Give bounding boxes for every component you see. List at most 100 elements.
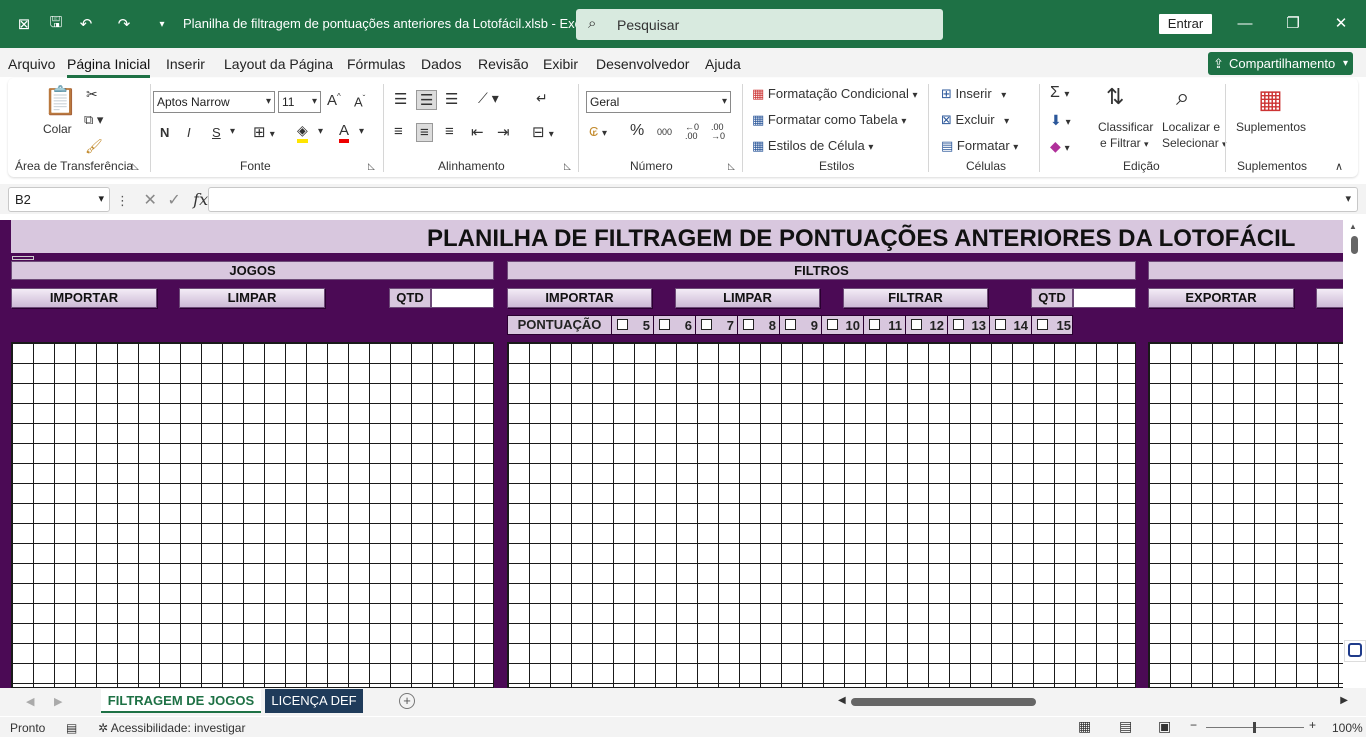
align-middle-icon[interactable]: ☰ bbox=[416, 90, 438, 110]
share-button[interactable]: ⇪ Compartilhamento ▾ bbox=[1208, 52, 1353, 75]
enter-icon[interactable]: ✓ bbox=[167, 192, 180, 209]
font-size-select[interactable]: 11 ▾ bbox=[278, 91, 321, 113]
score-option[interactable]: 8 bbox=[738, 316, 780, 334]
checkbox[interactable] bbox=[869, 319, 880, 330]
chevron-down-icon[interactable]: ▾ bbox=[230, 126, 235, 137]
tab-inserir[interactable]: Inserir bbox=[166, 56, 205, 72]
bold-button[interactable]: N bbox=[160, 125, 169, 140]
addins-icon[interactable]: ▦ bbox=[1258, 84, 1283, 115]
macro-icon[interactable]: ▤ bbox=[66, 721, 77, 735]
selected-cell[interactable] bbox=[12, 256, 34, 260]
paste-icon[interactable]: 📋 bbox=[43, 84, 78, 117]
copy-icon[interactable]: ⧉ ▾ bbox=[84, 112, 103, 128]
currency-icon[interactable]: ₢ ▾ bbox=[589, 124, 607, 139]
paste-button[interactable]: Colar bbox=[43, 122, 72, 136]
fill-icon[interactable]: ⬇ ▾ bbox=[1050, 112, 1071, 129]
checkbox[interactable] bbox=[911, 319, 922, 330]
accessibility-status[interactable]: ✲ Acessibilidade: investigar bbox=[98, 721, 245, 735]
decrease-indent-icon[interactable]: ⇤ bbox=[471, 123, 484, 141]
tab-desenvolvedor[interactable]: Desenvolvedor bbox=[596, 56, 689, 72]
orientation-icon[interactable]: ⟋ ▾ bbox=[478, 90, 499, 107]
italic-button[interactable]: I bbox=[187, 125, 191, 140]
checkbox[interactable] bbox=[785, 319, 796, 330]
page-layout-icon[interactable]: ▤ bbox=[1119, 718, 1132, 735]
zoom-level[interactable]: 100% bbox=[1332, 721, 1363, 735]
tab-ajuda[interactable]: Ajuda bbox=[705, 56, 741, 72]
scroll-up-icon[interactable]: ▲ bbox=[1349, 222, 1357, 231]
minimize-icon[interactable]: — bbox=[1235, 14, 1255, 34]
align-right-icon[interactable]: ≡ bbox=[445, 123, 454, 140]
normal-view-icon[interactable]: ▦ bbox=[1078, 718, 1091, 735]
score-option[interactable]: 5 bbox=[612, 316, 654, 334]
checkbox[interactable] bbox=[1037, 319, 1048, 330]
next-sheet-icon[interactable]: ▶ bbox=[54, 695, 62, 708]
insert-cells-button[interactable]: ⊞ Inserir ▾ bbox=[941, 86, 1006, 102]
export-button[interactable]: EXPORTAR bbox=[1148, 288, 1294, 308]
import-filters-button[interactable]: IMPORTAR bbox=[507, 288, 652, 308]
zoom-out-icon[interactable]: − bbox=[1190, 718, 1197, 732]
prev-sheet-icon[interactable]: ◀ bbox=[26, 695, 34, 708]
insert-function-icon[interactable]: fx bbox=[193, 190, 208, 209]
checkbox[interactable] bbox=[617, 319, 628, 330]
decrease-decimal-icon[interactable]: .00 →0 bbox=[711, 123, 725, 141]
clear-icon[interactable]: ◆ ▾ bbox=[1050, 138, 1070, 155]
checkbox[interactable] bbox=[743, 319, 754, 330]
number-format-select[interactable]: Geral ▾ bbox=[586, 91, 731, 113]
align-center-icon[interactable]: ≡ bbox=[416, 123, 433, 142]
cancel-icon[interactable]: ✕ bbox=[143, 192, 156, 209]
increase-indent-icon[interactable]: ⇥ bbox=[497, 123, 510, 141]
format-cells-button[interactable]: ▤ Formatar ▾ bbox=[941, 138, 1018, 154]
more-icon[interactable]: ⋮ bbox=[116, 193, 129, 208]
collapse-ribbon-icon[interactable]: ∧ bbox=[1335, 160, 1343, 173]
launcher-icon[interactable]: ◺ bbox=[368, 161, 375, 172]
checkbox[interactable] bbox=[827, 319, 838, 330]
tab-revisao[interactable]: Revisão bbox=[478, 56, 529, 72]
addins-button[interactable]: Suplementos bbox=[1236, 120, 1306, 134]
tab-layout[interactable]: Layout da Página bbox=[224, 56, 333, 72]
chevron-down-icon[interactable]: ▾ bbox=[318, 126, 323, 137]
worksheet[interactable]: PLANILHA DE FILTRAGEM DE PONTUAÇÕES ANTE… bbox=[0, 220, 1343, 688]
scroll-thumb[interactable] bbox=[1351, 236, 1358, 254]
score-option[interactable]: 15 bbox=[1032, 316, 1074, 334]
zoom-slider[interactable] bbox=[1206, 722, 1304, 733]
score-option[interactable]: 14 bbox=[990, 316, 1032, 334]
score-option[interactable]: 13 bbox=[948, 316, 990, 334]
score-option[interactable]: 12 bbox=[906, 316, 948, 334]
games-grid[interactable] bbox=[11, 342, 494, 688]
tab-dados[interactable]: Dados bbox=[421, 56, 461, 72]
align-left-icon[interactable]: ≡ bbox=[394, 123, 403, 140]
import-games-button[interactable]: IMPORTAR bbox=[11, 288, 157, 308]
tab-exibir[interactable]: Exibir bbox=[543, 56, 578, 72]
find-select-icon[interactable]: ⌕ bbox=[1176, 84, 1189, 112]
save-icon[interactable]: 🖫 bbox=[46, 14, 66, 34]
export-grid[interactable] bbox=[1148, 342, 1343, 688]
formula-input[interactable]: ▾ bbox=[208, 187, 1358, 212]
cell-styles-button[interactable]: ▦ Estilos de Célula ▾ bbox=[752, 138, 873, 154]
conditional-formatting-button[interactable]: ▦ Formatação Condicional ▾ bbox=[752, 86, 917, 102]
format-as-table-button[interactable]: ▦ Formatar como Tabela ▾ bbox=[752, 112, 906, 128]
find-select-label1[interactable]: Localizar e bbox=[1162, 120, 1220, 134]
zoom-in-icon[interactable]: + bbox=[1309, 718, 1316, 732]
align-bottom-icon[interactable]: ☰ bbox=[445, 90, 458, 108]
percent-icon[interactable]: % bbox=[630, 122, 644, 140]
score-option[interactable]: 7 bbox=[696, 316, 738, 334]
sort-filter-label1[interactable]: Classificar bbox=[1098, 120, 1153, 134]
chevron-down-icon[interactable]: ▾ bbox=[1345, 192, 1351, 205]
thousands-icon[interactable]: 000 bbox=[657, 127, 672, 137]
checkbox[interactable] bbox=[701, 319, 712, 330]
launcher-icon[interactable]: ◺ bbox=[132, 161, 139, 172]
filter-button[interactable]: FILTRAR bbox=[843, 288, 988, 308]
signin-button[interactable]: Entrar bbox=[1159, 14, 1212, 34]
score-option[interactable]: 10 bbox=[822, 316, 864, 334]
underline-button[interactable]: S bbox=[212, 125, 221, 140]
restore-icon[interactable]: ❐ bbox=[1283, 14, 1303, 34]
fill-color-icon[interactable]: ◈ bbox=[297, 122, 308, 143]
chevron-down-icon[interactable]: ▾ bbox=[359, 126, 364, 137]
scroll-left-icon[interactable]: ◀ bbox=[838, 695, 846, 706]
font-color-icon[interactable]: A bbox=[339, 122, 350, 143]
redo-icon[interactable]: ↷ bbox=[114, 14, 134, 34]
sheet-tab-filtragem[interactable]: FILTRAGEM DE JOGOS bbox=[101, 689, 261, 713]
customize-icon[interactable]: ▾ bbox=[152, 14, 172, 34]
page-break-icon[interactable]: ▣ bbox=[1158, 718, 1171, 735]
increase-decimal-icon[interactable]: ←0.00 bbox=[685, 123, 699, 141]
